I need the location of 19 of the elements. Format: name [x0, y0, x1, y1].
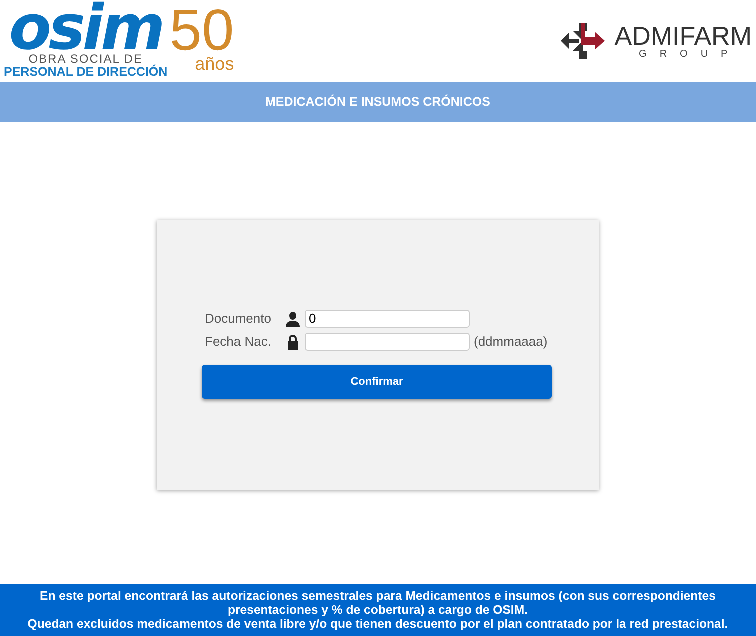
arrows-logo-icon	[558, 21, 607, 61]
user-icon	[285, 310, 301, 326]
confirm-button[interactable]: Confirmar	[202, 365, 552, 399]
brand-tagline: GROUP	[639, 48, 741, 60]
field-label: Fecha Nac.	[205, 334, 272, 349]
input-field[interactable]: 0	[305, 310, 470, 328]
brand-name: ADMIFARM	[614, 22, 752, 48]
footer-text: En este portal encontrará las autorizaciones semestrales para Medicamentos e insumos (con sus correspondientes presentaciones y % de cobertura) a cargo de OSIM.	[39, 589, 717, 617]
field-label: Documento	[205, 311, 272, 326]
lock-icon	[285, 334, 301, 350]
logo-subtitle: PERSONAL DE DIRECCIÓN	[4, 66, 168, 79]
footer-text: Quedan excluidos medicamentos de venta libre y/o que tienen descuento por el plan contratado por la red prestacional.	[28, 617, 728, 631]
page-title: MEDICACIÓN E INSUMOS CRÓNICOS	[265, 95, 490, 109]
logo-subtitle: OBRA SOCIAL DE	[28, 53, 143, 66]
anniversary-number: 50	[170, 5, 234, 57]
anniversary-word: años	[195, 57, 234, 71]
input-field[interactable]	[305, 332, 470, 350]
logo-wordmark: osim	[9, 3, 163, 53]
format-hint: (ddmmaaaa)	[474, 334, 548, 349]
